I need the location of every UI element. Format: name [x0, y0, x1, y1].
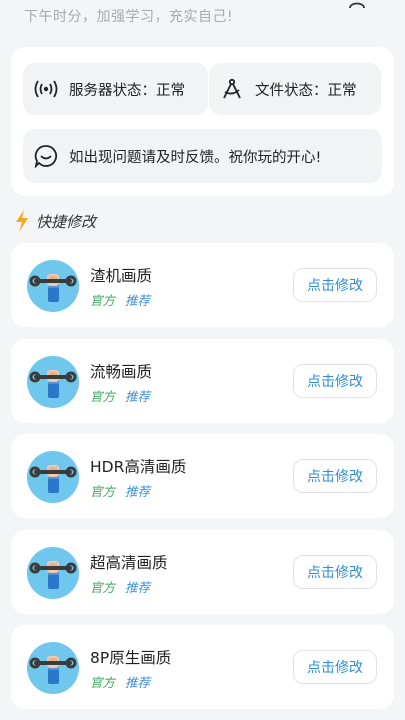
item-tags: 官方 推荐: [90, 481, 150, 500]
server-status-label: 服务器状态：正常: [69, 82, 185, 99]
item-tags: 官方 推荐: [90, 386, 150, 405]
item-tags: 官方 推荐: [90, 672, 150, 691]
modify-button[interactable]: 点击修改: [293, 268, 377, 302]
item-title: 超高清画质: [90, 554, 168, 572]
file-status-label: 文件状态：正常: [255, 82, 357, 99]
item-title: 渣机画质: [90, 267, 153, 285]
status-card: 服务器状态：正常 文件状态：正常 如出现问题请及时反馈。祝你玩的开心!: [11, 47, 394, 196]
modify-button[interactable]: 点击修改: [293, 459, 377, 493]
wrench-tool-icon: [27, 642, 79, 694]
tag-recommend: 推荐: [125, 293, 151, 308]
greeting-text: 下午时分，加强学习，充实自己!: [24, 9, 234, 25]
item-title: HDR高清画质: [90, 458, 187, 476]
tag-official: 官方: [90, 293, 116, 308]
compass-icon: [219, 76, 245, 102]
tag-official: 官方: [90, 484, 116, 499]
tag-recommend: 推荐: [125, 389, 151, 404]
quality-item: 流畅画质 官方 推荐 点击修改: [11, 339, 394, 423]
tag-recommend: 推荐: [125, 675, 151, 690]
file-status-pill: 文件状态：正常: [209, 63, 381, 115]
lightning-icon: [14, 210, 30, 232]
tag-recommend: 推荐: [125, 484, 151, 499]
modify-button[interactable]: 点击修改: [293, 364, 377, 398]
wrench-tool-icon: [27, 356, 79, 408]
modify-button[interactable]: 点击修改: [293, 650, 377, 684]
wrench-tool-icon: [27, 451, 79, 503]
tag-official: 官方: [90, 580, 116, 595]
modify-button[interactable]: 点击修改: [293, 555, 377, 589]
section-title: 快捷修改: [36, 212, 97, 231]
server-status-pill: 服务器状态：正常: [23, 63, 208, 115]
quality-item: 8P原生画质 官方 推荐 点击修改: [11, 625, 394, 709]
tag-recommend: 推荐: [125, 580, 151, 595]
profile-icon[interactable]: [347, 0, 367, 10]
item-title: 流畅画质: [90, 363, 153, 381]
wrench-tool-icon: [27, 260, 79, 312]
quality-item: 渣机画质 官方 推荐 点击修改: [11, 243, 394, 327]
item-tags: 官方 推荐: [90, 290, 150, 309]
item-title: 8P原生画质: [90, 649, 172, 667]
tag-official: 官方: [90, 389, 116, 404]
quality-item: 超高清画质 官方 推荐 点击修改: [11, 530, 394, 614]
chat-bubble-icon: [33, 143, 59, 169]
section-header: 快捷修改: [14, 210, 96, 232]
feedback-notice: 如出现问题请及时反馈。祝你玩的开心!: [23, 129, 382, 183]
item-tags: 官方 推荐: [90, 577, 150, 596]
feedback-label: 如出现问题请及时反馈。祝你玩的开心!: [69, 149, 322, 166]
wrench-tool-icon: [27, 547, 79, 599]
tag-official: 官方: [90, 675, 116, 690]
signal-broadcast-icon: [33, 76, 59, 102]
quality-item: HDR高清画质 官方 推荐 点击修改: [11, 434, 394, 518]
